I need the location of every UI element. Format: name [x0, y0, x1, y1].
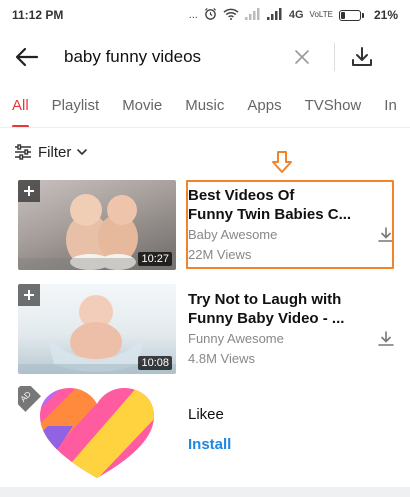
- video-duration: 10:27: [138, 252, 172, 266]
- status-bar: 11:12 PM ... 4G VoLTE 21%: [0, 0, 410, 30]
- tab-tvshow[interactable]: TVShow: [305, 86, 362, 127]
- ad-thumbnail[interactable]: AD: [18, 386, 176, 478]
- download-icon: [352, 47, 372, 66]
- video-item[interactable]: 10:27 Best Videos Of Funny Twin Babies C…: [18, 180, 398, 270]
- video-thumbnail[interactable]: 10:27: [18, 180, 176, 270]
- back-button[interactable]: [0, 30, 54, 84]
- video-download-button[interactable]: [374, 294, 398, 384]
- tab-music[interactable]: Music: [185, 86, 224, 127]
- add-to-playlist-button[interactable]: [18, 180, 40, 202]
- likee-heart-logo: [40, 388, 154, 478]
- plus-icon: [24, 186, 34, 196]
- battery-icon: [338, 9, 364, 21]
- download-icon: [378, 227, 394, 242]
- video-thumbnail[interactable]: 10:08: [18, 284, 176, 374]
- video-title[interactable]: Try Not to Laugh with Funny Baby Video -…: [188, 290, 374, 328]
- tab-apps[interactable]: Apps: [247, 86, 281, 127]
- video-download-button[interactable]: [374, 190, 398, 280]
- search-input[interactable]: baby funny videos: [64, 47, 274, 67]
- sliders-icon: [15, 144, 31, 160]
- download-icon: [378, 331, 394, 346]
- video-channel: Funny Awesome: [188, 331, 284, 346]
- volte-icon: VoLTE: [309, 10, 333, 19]
- tab-all[interactable]: All: [12, 86, 29, 127]
- battery-fill: [340, 11, 345, 19]
- alarm-icon: [204, 7, 217, 23]
- arrow-left-icon: [15, 47, 39, 67]
- install-button[interactable]: Install: [188, 436, 231, 453]
- close-icon: [295, 50, 309, 64]
- chevron-down-icon: [77, 148, 88, 155]
- plus-icon: [24, 290, 34, 300]
- tab-playlist[interactable]: Playlist: [52, 86, 100, 127]
- filter-button[interactable]: Filter: [14, 140, 88, 164]
- wifi-icon: [223, 8, 239, 23]
- signal-icon: [244, 7, 261, 23]
- bottom-bar: [0, 487, 410, 497]
- network-type: 4G: [288, 9, 304, 21]
- clear-search-button[interactable]: [282, 37, 322, 77]
- status-time: 11:12 PM: [12, 8, 64, 22]
- signal-icon-secondary: [266, 7, 283, 23]
- tab-more[interactable]: In: [384, 86, 397, 127]
- ad-app-name: Likee: [188, 406, 224, 423]
- add-to-playlist-button[interactable]: [18, 284, 40, 306]
- notification-dots: ...: [188, 9, 198, 21]
- video-duration: 10:08: [138, 356, 172, 370]
- video-title[interactable]: Best Videos Of Funny Twin Babies C...: [188, 186, 374, 224]
- video-views: 4.8M Views: [188, 351, 255, 366]
- video-item[interactable]: 10:08 Try Not to Laugh with Funny Baby V…: [18, 284, 398, 374]
- video-info[interactable]: Try Not to Laugh with Funny Baby Video -…: [188, 284, 374, 374]
- video-channel: Baby Awesome: [188, 227, 278, 242]
- tab-movie[interactable]: Movie: [122, 86, 162, 127]
- video-info[interactable]: Best Videos Of Funny Twin Babies C... Ba…: [188, 180, 374, 270]
- video-views: 22M Views: [188, 247, 252, 262]
- battery-percent: 21%: [373, 8, 398, 22]
- filter-label: Filter: [38, 143, 72, 161]
- ad-item[interactable]: AD Likee Install: [18, 386, 398, 478]
- category-tabs: All Playlist Movie Music Apps TVShow In: [0, 86, 410, 128]
- downloads-button[interactable]: [335, 30, 389, 84]
- annotation-arrow-icon: [272, 151, 292, 173]
- search-header: baby funny videos: [0, 30, 410, 84]
- status-icons: ... 4G VoLTE 21%: [189, 7, 398, 23]
